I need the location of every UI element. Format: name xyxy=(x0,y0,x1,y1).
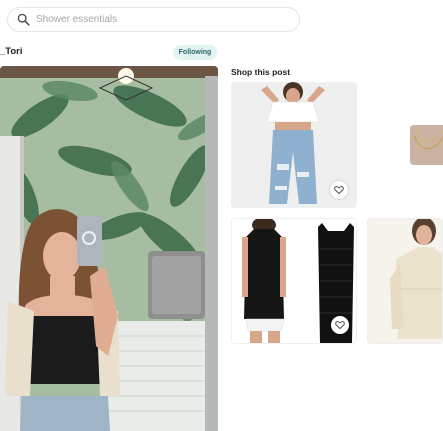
save-product-button[interactable] xyxy=(331,316,349,334)
search-bar[interactable] xyxy=(7,7,300,32)
post-username[interactable]: _Tori xyxy=(0,46,23,57)
following-button[interactable]: Following xyxy=(173,45,217,60)
product-card-cream-knit-set[interactable] xyxy=(367,218,443,344)
product-card-gold-necklace[interactable] xyxy=(410,125,443,165)
heart-icon xyxy=(335,321,345,330)
search-icon xyxy=(17,13,30,26)
shop-section-title: Shop this post xyxy=(231,67,291,77)
post-photo[interactable] xyxy=(0,66,218,431)
product-card-black-tank-tops[interactable] xyxy=(231,218,357,344)
heart-icon xyxy=(334,186,344,195)
product-card-white-tee-jeans[interactable] xyxy=(231,82,357,208)
save-product-button[interactable] xyxy=(330,181,348,199)
search-input[interactable] xyxy=(36,14,276,25)
